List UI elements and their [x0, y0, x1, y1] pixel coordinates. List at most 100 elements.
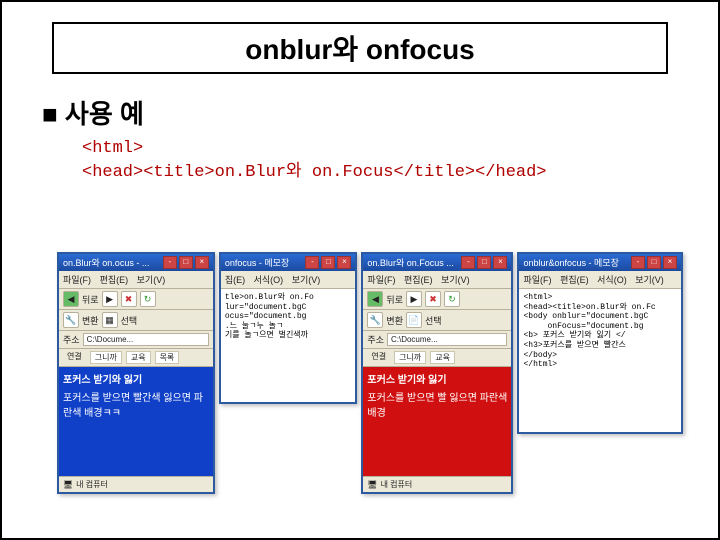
- links-label: 연결: [63, 351, 86, 364]
- menu-edit[interactable]: 편집(E): [404, 275, 433, 285]
- back-icon[interactable]: ◀: [367, 291, 383, 307]
- minimize-button[interactable]: -: [305, 256, 319, 269]
- address-input[interactable]: C:\Docume...: [83, 333, 209, 346]
- page-body-blue: 포커스 받기와 잃기 포커스를 받으면 빨간색 잃으면 파란색 배경ㅋㅋ: [59, 367, 213, 476]
- menu-edit[interactable]: 편집(E): [560, 275, 589, 285]
- refresh-icon[interactable]: ↻: [444, 291, 460, 307]
- refresh-icon[interactable]: ↻: [140, 291, 156, 307]
- notepad-window-2: onblur&onfocus - 메모장 - □ × 파일(F) 편집(E) 서…: [517, 252, 683, 434]
- links-bar: 연결 그니까 교육 목록: [59, 349, 213, 367]
- address-input[interactable]: C:\Docume...: [387, 333, 508, 346]
- menu-format[interactable]: 서식(O): [597, 275, 627, 285]
- maximize-button[interactable]: □: [179, 256, 193, 269]
- menu-file[interactable]: 파일(F): [523, 275, 551, 285]
- computer-icon: 🖥: [367, 480, 377, 489]
- menu-view[interactable]: 보기(V): [441, 275, 470, 285]
- convert-icon[interactable]: 🔧: [367, 312, 383, 328]
- maximize-button[interactable]: □: [321, 256, 335, 269]
- close-button[interactable]: ×: [493, 256, 507, 269]
- menu-file[interactable]: 파일(F): [367, 275, 395, 285]
- link-item[interactable]: 교육: [126, 351, 151, 364]
- browser-window-blue: on.Blur와 on.ocus - ... - □ × 파일(F) 편집(E)…: [57, 252, 215, 494]
- window-titlebar: on.Blur와 on.Focus ... - □ ×: [363, 254, 511, 271]
- notepad-text-area[interactable]: <html> <head><title>on.Blur와 on.Fc <body…: [519, 289, 681, 432]
- window-controls: - □ ×: [631, 256, 677, 269]
- window-controls: - □ ×: [305, 256, 351, 269]
- address-label: 주소: [63, 333, 80, 346]
- browser-window-red: on.Blur와 on.Focus ... - □ × 파일(F) 편집(E) …: [361, 252, 513, 494]
- status-bar: 🖥 내 컴퓨터: [59, 476, 213, 492]
- window-title: onfocus - 메모장: [225, 256, 289, 269]
- window-controls: - □ ×: [163, 256, 209, 269]
- menu-bar: 파일(F) 편집(E) 서식(O) 보기(V): [519, 271, 681, 289]
- window-controls: - □ ×: [461, 256, 507, 269]
- toolbar: ◀ 뒤로 ▶ ✖ ↻: [363, 289, 511, 310]
- minimize-button[interactable]: -: [631, 256, 645, 269]
- convert-icon[interactable]: 🔧: [63, 312, 79, 328]
- computer-icon: 🖥: [63, 480, 73, 489]
- menu-bar: 집(E) 서식(O) 보기(V): [221, 271, 356, 289]
- toolbar-2: 🔧변환 📄선택: [363, 310, 511, 331]
- menu-view[interactable]: 보기(V): [635, 275, 664, 285]
- maximize-button[interactable]: □: [477, 256, 491, 269]
- status-text: 내 컴퓨터: [76, 479, 108, 490]
- status-text: 내 컴퓨터: [381, 479, 413, 490]
- link-item[interactable]: 목록: [155, 351, 180, 364]
- link-item[interactable]: 교육: [430, 351, 455, 364]
- close-button[interactable]: ×: [663, 256, 677, 269]
- select-icon[interactable]: ▦: [102, 312, 118, 328]
- links-label: 연결: [367, 351, 390, 364]
- menu-bar: 파일(F) 편집(E) 보기(V): [363, 271, 511, 289]
- forward-icon[interactable]: ▶: [406, 291, 422, 307]
- code-line: <head><title>on.Blur와 on.Focus</title></…: [82, 161, 708, 185]
- window-title: on.Blur와 on.ocus - ...: [63, 256, 149, 269]
- body-heading: 포커스 받기와 잃기: [367, 371, 507, 386]
- notepad-text-area[interactable]: tle>on.Blur와 on.Fo lur="document.bgC ocu…: [221, 289, 356, 402]
- minimize-button[interactable]: -: [163, 256, 177, 269]
- doc-icon[interactable]: 📄: [406, 312, 422, 328]
- link-item[interactable]: 그니까: [90, 351, 122, 364]
- notepad-window-1: onfocus - 메모장 - □ × 집(E) 서식(O) 보기(V) tle…: [219, 252, 358, 404]
- doc-label: 선택: [425, 314, 442, 327]
- bullet-heading: ■ 사용 예: [42, 94, 708, 131]
- address-bar-row: 주소 C:\Docume...: [363, 331, 511, 349]
- menu-format[interactable]: 서식(O): [254, 275, 284, 285]
- menu-view[interactable]: 보기(V): [137, 275, 166, 285]
- window-title: onblur&onfocus - 메모장: [523, 256, 618, 269]
- window-titlebar: onfocus - 메모장 - □ ×: [221, 254, 356, 271]
- body-text: 포커스를 받으면 빨 잃으면 파란색 배경: [367, 389, 507, 419]
- maximize-button[interactable]: □: [647, 256, 661, 269]
- forward-icon[interactable]: ▶: [102, 291, 118, 307]
- convert-label: 변환: [386, 314, 403, 327]
- window-titlebar: on.Blur와 on.ocus - ... - □ ×: [59, 254, 213, 271]
- toolbar-2: 🔧변환 ▦선택: [59, 310, 213, 331]
- menu-bar: 파일(F) 편집(E) 보기(V): [59, 271, 213, 289]
- page-body-red: 포커스 받기와 잃기 포커스를 받으면 빨 잃으면 파란색 배경: [363, 367, 511, 476]
- link-item[interactable]: 그니까: [394, 351, 426, 364]
- minimize-button[interactable]: -: [461, 256, 475, 269]
- code-line: <html>: [82, 137, 708, 161]
- select-label: 선택: [121, 314, 138, 327]
- stop-icon[interactable]: ✖: [425, 291, 441, 307]
- back-label: 뒤로: [82, 293, 99, 306]
- toolbar: ◀ 뒤로 ▶ ✖ ↻: [59, 289, 213, 310]
- address-label: 주소: [367, 333, 384, 346]
- menu-edit[interactable]: 편집(E): [100, 275, 129, 285]
- body-text: 포커스를 받으면 빨간색 잃으면 파란색 배경ㅋㅋ: [63, 389, 209, 419]
- menu-edit[interactable]: 집(E): [225, 275, 245, 285]
- convert-label: 변환: [82, 314, 99, 327]
- close-button[interactable]: ×: [337, 256, 351, 269]
- close-button[interactable]: ×: [195, 256, 209, 269]
- window-titlebar: onblur&onfocus - 메모장 - □ ×: [519, 254, 681, 271]
- screenshot-group: on.Blur와 on.ocus - ... - □ × 파일(F) 편집(E)…: [57, 252, 683, 512]
- body-heading: 포커스 받기와 잃기: [63, 371, 209, 386]
- code-block: <html> <head><title>on.Blur와 on.Focus</t…: [82, 137, 708, 185]
- back-label: 뒤로: [386, 293, 403, 306]
- menu-view[interactable]: 보기(V): [292, 275, 321, 285]
- slide-title: onblur와 onfocus: [52, 22, 668, 74]
- address-bar-row: 주소 C:\Docume...: [59, 331, 213, 349]
- status-bar: 🖥 내 컴퓨터: [363, 476, 511, 492]
- menu-file[interactable]: 파일(F): [63, 275, 91, 285]
- stop-icon[interactable]: ✖: [121, 291, 137, 307]
- back-icon[interactable]: ◀: [63, 291, 79, 307]
